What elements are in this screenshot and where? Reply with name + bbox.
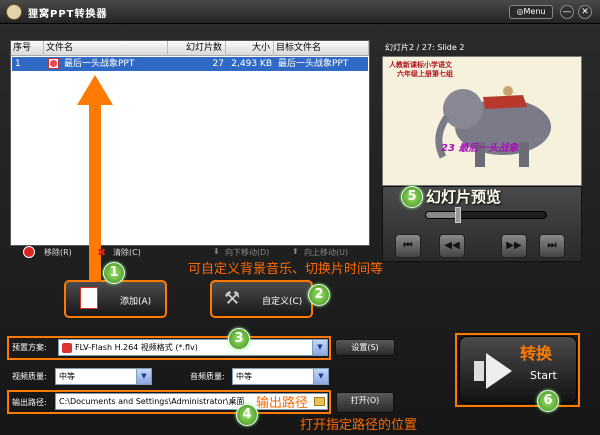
remove-icon[interactable] (23, 246, 35, 258)
col-size[interactable]: 大小 (226, 41, 274, 56)
preview-header: 幻灯片2 / 27: Slide 2 (385, 43, 465, 52)
preview-note: 幻灯片预览 (426, 188, 502, 206)
add-file-icon (80, 287, 98, 309)
play-arrow-icon (474, 353, 512, 389)
title-bar: 狸窝PPT转换器 ◎Menu — ✕ (0, 0, 600, 24)
table-row[interactable]: 1 最后一头战象PPT 27 2,493 KB 最后一头战象PPT (12, 57, 368, 71)
first-slide-button[interactable]: ⏮ (395, 234, 421, 258)
add-button[interactable]: 添加(A) (64, 280, 167, 318)
annotation-badge-6: 6 (537, 390, 559, 412)
remove-button[interactable]: 移除(R) (44, 247, 72, 258)
menu-button[interactable]: ◎Menu (509, 5, 553, 19)
col-index[interactable]: 序号 (11, 41, 44, 56)
row-size: 2,493 KB (231, 59, 272, 69)
start-label: Start (530, 369, 557, 382)
move-up-button[interactable]: 向上移动(U) (304, 247, 348, 258)
next-slide-button[interactable]: ▶▶ (501, 234, 527, 258)
video-quality-value: 中等 (59, 372, 75, 381)
elephant-illustration-icon (435, 86, 551, 167)
preset-value: FLV-Flash H.264 视频格式 (*.flv) (75, 343, 198, 352)
seek-handle[interactable] (455, 207, 461, 223)
settings-button[interactable]: 设置(S) (335, 339, 395, 356)
video-quality-select[interactable]: 中等 ▼ (55, 368, 152, 385)
custom-note: 可自定义背景音乐、切换片时间等 (188, 262, 384, 277)
output-path-label: 输出路径: (12, 398, 47, 407)
row-target: 最后一头战象PPT (278, 59, 349, 69)
file-list[interactable]: 序号 文件名 幻灯片数 大小 目标文件名 1 最后一头战象PPT 27 2,49… (10, 40, 370, 285)
output-note: 输出路径 (256, 396, 309, 411)
prev-slide-button[interactable]: ◀◀ (439, 234, 465, 258)
audio-quality-value: 中等 (236, 372, 252, 381)
output-path-value: C:\Documents and Settings\Administrator\… (59, 397, 245, 406)
move-down-button[interactable]: 向下移动(D) (225, 247, 269, 258)
annotation-badge-1: 1 (103, 262, 125, 284)
chevron-down-icon: ▼ (136, 369, 151, 384)
close-button[interactable]: ✕ (578, 5, 592, 19)
app-window: 狸窝PPT转换器 ◎Menu — ✕ 序号 文件名 幻灯片数 大小 目标文件名 … (0, 0, 600, 435)
annotation-badge-5: 5 (401, 186, 423, 208)
row-filename: 最后一头战象PPT (64, 59, 135, 69)
move-down-icon: ⬇ (213, 247, 220, 256)
video-quality-label: 视频质量: (12, 372, 47, 381)
row-index: 1 (15, 59, 21, 69)
open-button[interactable]: 打开(O) (336, 392, 394, 413)
last-slide-button[interactable]: ⏭ (539, 234, 565, 258)
move-up-icon: ⬆ (292, 247, 299, 256)
custom-button-label: 自定义(C) (262, 297, 303, 307)
convert-note: 转换 (520, 344, 553, 363)
col-slides[interactable]: 幻灯片数 (168, 41, 226, 56)
preset-select[interactable]: FLV-Flash H.264 视频格式 (*.flv) ▼ (58, 339, 328, 356)
slide-title: 23 最后一头战象 (441, 143, 519, 154)
audio-quality-select[interactable]: 中等 ▼ (232, 368, 329, 385)
annotation-badge-3: 3 (228, 328, 250, 350)
add-button-label: 添加(A) (120, 297, 152, 307)
folder-icon[interactable] (314, 397, 325, 406)
custom-button[interactable]: ⚒ 自定义(C) (210, 280, 313, 318)
col-filename[interactable]: 文件名 (44, 41, 168, 56)
slide-preview: 人教新课标小学语文 六年级上册第七组 23 最后一头战象 (382, 56, 582, 186)
audio-quality-label: 音频质量: (190, 372, 225, 381)
clear-button[interactable]: 清除(C) (113, 247, 141, 258)
open-note: 打开指定路径的位置 (300, 418, 418, 433)
start-button[interactable]: Start (459, 336, 577, 404)
flash-icon (62, 342, 72, 353)
seek-bar[interactable] (425, 211, 547, 219)
annotation-badge-2: 2 (308, 284, 330, 306)
menu-icon: ◎ (516, 7, 524, 16)
menu-label: Menu (523, 7, 546, 16)
app-logo-icon (6, 4, 22, 20)
ppt-file-icon (48, 58, 59, 69)
tools-icon: ⚒ (224, 288, 241, 309)
col-target[interactable]: 目标文件名 (274, 41, 369, 56)
row-slides: 27 (212, 59, 224, 69)
chevron-down-icon: ▼ (312, 340, 327, 355)
file-list-header: 序号 文件名 幻灯片数 大小 目标文件名 (11, 41, 369, 56)
minimize-button[interactable]: — (560, 5, 574, 19)
window-title: 狸窝PPT转换器 (28, 9, 108, 20)
clear-icon[interactable]: ✖ (97, 246, 106, 259)
annotation-badge-4: 4 (236, 404, 258, 426)
chevron-down-icon: ▼ (313, 369, 328, 384)
preset-label: 预置方案: (12, 343, 47, 352)
